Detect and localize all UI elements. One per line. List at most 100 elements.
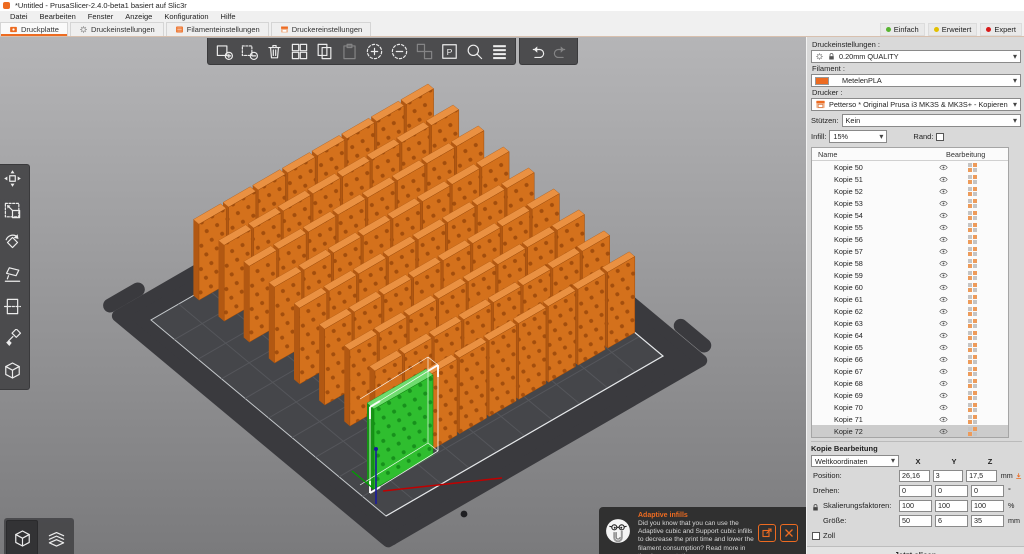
edit-grid-icon[interactable] [956, 210, 1008, 220]
object-row[interactable]: Kopie 62 [812, 305, 1008, 317]
eye-icon[interactable] [930, 223, 956, 232]
object-row[interactable]: Kopie 58 [812, 257, 1008, 269]
eye-icon[interactable] [930, 271, 956, 280]
delete-all-icon[interactable] [263, 40, 285, 62]
edit-grid-icon[interactable] [956, 246, 1008, 256]
edit-grid-icon[interactable] [956, 222, 1008, 232]
object-row[interactable]: Kopie 69 [812, 389, 1008, 401]
object-row[interactable]: Kopie 67 [812, 365, 1008, 377]
object-row[interactable]: Kopie 50 [812, 161, 1008, 173]
coordinates-combo[interactable]: Weltkoordinaten ▾ [811, 455, 899, 467]
rotate-icon[interactable] [3, 233, 27, 257]
object-row[interactable]: Kopie 57 [812, 245, 1008, 257]
eye-icon[interactable] [930, 415, 956, 424]
eye-icon[interactable] [930, 283, 956, 292]
object-row[interactable]: Kopie 70 [812, 401, 1008, 413]
object-row[interactable]: Kopie 51 [812, 173, 1008, 185]
mode-erweitert[interactable]: Erweitert [927, 22, 978, 36]
edit-grid-icon[interactable] [956, 186, 1008, 196]
object-row[interactable]: Kopie 66 [812, 353, 1008, 365]
edit-grid-icon[interactable] [956, 426, 1008, 436]
edit-grid-icon[interactable] [956, 390, 1008, 400]
edit-grid-icon[interactable] [956, 414, 1008, 424]
eye-icon[interactable] [930, 175, 956, 184]
eye-icon[interactable] [930, 199, 956, 208]
manip-input-1-x[interactable]: 0 [899, 484, 932, 497]
mode-einfach[interactable]: Einfach [879, 22, 925, 36]
eye-icon[interactable] [930, 343, 956, 352]
manip-input-2-z[interactable]: 100 [971, 499, 1004, 512]
manip-input-3-y[interactable]: 6 [935, 514, 968, 527]
eye-icon[interactable] [930, 319, 956, 328]
manip-input-2-y[interactable]: 100 [935, 499, 968, 512]
object-row[interactable]: Kopie 59 [812, 269, 1008, 281]
edit-grid-icon[interactable] [956, 294, 1008, 304]
eye-icon[interactable] [930, 367, 956, 376]
copy-icon[interactable] [313, 40, 335, 62]
object-row[interactable]: Kopie 56 [812, 233, 1008, 245]
object-row[interactable]: Kopie 71 [812, 413, 1008, 425]
notification-open-button[interactable] [758, 524, 776, 542]
supports-combo[interactable]: Kein ▾ [841, 114, 1021, 127]
printer-combo[interactable]: Petterso * Original Prusa i3 MK3S & MK3S… [811, 98, 1021, 111]
object-row[interactable]: Kopie 72 [812, 425, 1008, 437]
edit-grid-icon[interactable] [956, 198, 1008, 208]
edit-grid-icon[interactable] [956, 306, 1008, 316]
mode-expert[interactable]: Expert [980, 22, 1022, 36]
eye-icon[interactable] [930, 391, 956, 400]
paint-supports-icon[interactable] [3, 329, 27, 353]
3d-view-button[interactable] [6, 520, 38, 554]
object-row[interactable]: Kopie 60 [812, 281, 1008, 293]
manip-input-1-z[interactable]: 0 [971, 484, 1004, 497]
tab-druckplatte[interactable]: Druckplatte [0, 22, 68, 36]
edit-grid-icon[interactable] [956, 342, 1008, 352]
edit-grid-icon[interactable] [956, 366, 1008, 376]
add-instance-icon[interactable] [363, 40, 385, 62]
object-row[interactable]: Kopie 55 [812, 221, 1008, 233]
object-row[interactable]: Kopie 52 [812, 185, 1008, 197]
object-row[interactable]: Kopie 65 [812, 341, 1008, 353]
edit-grid-icon[interactable] [956, 354, 1008, 364]
edit-grid-icon[interactable] [956, 174, 1008, 184]
eye-icon[interactable] [930, 295, 956, 304]
brim-checkbox[interactable] [936, 132, 945, 141]
slice-now-button[interactable]: Jetzt slicen [807, 546, 1024, 554]
search-icon[interactable] [463, 40, 485, 62]
manip-input-0-z[interactable]: 17,5 [966, 469, 997, 482]
tab-druckereinstellungen[interactable]: Druckereinstellungen [270, 22, 372, 36]
move-icon[interactable] [3, 169, 27, 193]
eye-icon[interactable] [930, 247, 956, 256]
edit-grid-icon[interactable] [956, 258, 1008, 268]
eye-icon[interactable] [930, 379, 956, 388]
layers-view-button[interactable] [40, 520, 72, 554]
remove-instance-icon[interactable] [388, 40, 410, 62]
menu-fenster[interactable]: Fenster [82, 12, 119, 21]
eye-icon[interactable] [930, 211, 956, 220]
manip-input-2-x[interactable]: 100 [899, 499, 932, 512]
object-row[interactable]: Kopie 54 [812, 209, 1008, 221]
cut-icon[interactable] [3, 297, 27, 321]
manip-input-3-z[interactable]: 35 [971, 514, 1004, 527]
uniform-scale-lock-icon[interactable] [811, 503, 820, 512]
undo-icon[interactable] [525, 40, 547, 62]
manip-input-3-x[interactable]: 50 [899, 514, 932, 527]
eye-icon[interactable] [930, 403, 956, 412]
edit-grid-icon[interactable] [956, 402, 1008, 412]
eye-icon[interactable] [930, 235, 956, 244]
split-parts-icon[interactable]: P [438, 40, 460, 62]
edit-grid-icon[interactable] [956, 330, 1008, 340]
object-row[interactable]: Kopie 63 [812, 317, 1008, 329]
menu-konfiguration[interactable]: Konfiguration [158, 12, 214, 21]
eye-icon[interactable] [930, 355, 956, 364]
edit-grid-icon[interactable] [956, 270, 1008, 280]
object-row[interactable]: Kopie 61 [812, 293, 1008, 305]
manip-input-0-x[interactable]: 26,16 [899, 469, 930, 482]
eye-icon[interactable] [930, 307, 956, 316]
eye-icon[interactable] [930, 259, 956, 268]
object-row[interactable]: Kopie 64 [812, 329, 1008, 341]
inches-checkbox[interactable] [812, 531, 820, 540]
edit-grid-icon[interactable] [956, 162, 1008, 172]
edit-grid-icon[interactable] [956, 282, 1008, 292]
menu-hilfe[interactable]: Hilfe [215, 12, 242, 21]
drop-to-bed-icon[interactable] [1015, 472, 1022, 480]
